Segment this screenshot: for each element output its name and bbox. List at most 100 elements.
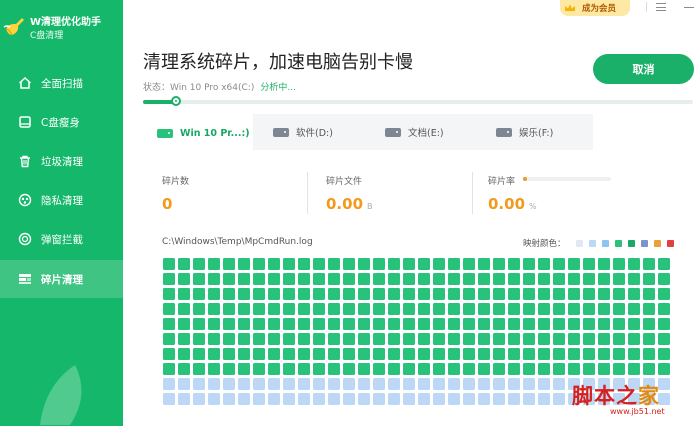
disk-block [493, 348, 505, 360]
disk-block [268, 273, 280, 285]
disk-block [283, 288, 295, 300]
disk-block [553, 288, 565, 300]
disk-block [628, 303, 640, 315]
watermark-sub: www.jb51.net [610, 407, 665, 416]
disk-block [493, 303, 505, 315]
minimize-icon[interactable] [684, 7, 694, 8]
disk-block [238, 273, 250, 285]
divider [472, 172, 473, 214]
disk-block [403, 288, 415, 300]
disk-block [343, 288, 355, 300]
stat-label: 碎片数 [162, 177, 190, 187]
disk-block [613, 318, 625, 330]
disk-block [343, 348, 355, 360]
disk-block [643, 318, 655, 330]
legend-swatch [653, 239, 661, 247]
sidebar-item-junk-clean[interactable]: 垃圾清理 [0, 142, 123, 180]
disk-block [268, 378, 280, 390]
disk-block [283, 318, 295, 330]
disk-block [523, 303, 535, 315]
disk-block [163, 363, 175, 375]
disk-block [253, 333, 265, 345]
disk-block [268, 303, 280, 315]
disk-block [313, 273, 325, 285]
disk-block [223, 318, 235, 330]
disk-block [538, 348, 550, 360]
sidebar-item-label: 弹窗拦截 [41, 233, 83, 246]
disk-block [538, 318, 550, 330]
disk-block [478, 348, 490, 360]
disk-block [403, 318, 415, 330]
disk-block [523, 333, 535, 345]
disk-block [238, 333, 250, 345]
stat-value-row: 0.00% [488, 195, 537, 213]
disk-block [163, 273, 175, 285]
drive-icon [17, 114, 33, 130]
disk-block [313, 363, 325, 375]
color-legend: 映射颜色： [523, 237, 674, 249]
disk-block [343, 393, 355, 405]
tab-label: 娱乐(F:) [519, 128, 554, 139]
disk-block [553, 393, 565, 405]
disk-block [448, 288, 460, 300]
disk-block [208, 288, 220, 300]
disk-block [418, 303, 430, 315]
disk-block [568, 258, 580, 270]
disk-block [643, 333, 655, 345]
disk-block [523, 393, 535, 405]
sidebar: W清理优化助手 C盘清理 全面扫描 C盘瘦身 垃圾清理 隐私清理 弹窗拦截 碎片… [0, 0, 123, 426]
disk-block [478, 378, 490, 390]
disk-block [163, 303, 175, 315]
disk-block [373, 363, 385, 375]
sidebar-item-defrag[interactable]: 碎片清理 [0, 260, 123, 298]
vip-button[interactable]: 成为会员 [560, 0, 630, 16]
disk-block [178, 363, 190, 375]
tab-drive-c[interactable]: Win 10 Pr...:) [143, 114, 253, 150]
disk-block [193, 258, 205, 270]
disk-block [208, 348, 220, 360]
stat-value: 0 [162, 195, 173, 213]
disk-block [433, 303, 445, 315]
stat-value-row: 0.00 B [326, 195, 373, 213]
disk-block [463, 303, 475, 315]
disk-block [193, 348, 205, 360]
sidebar-item-full-scan[interactable]: 全面扫描 [0, 64, 123, 102]
tab-drive-f[interactable]: 娱乐(F:) [496, 114, 553, 150]
disk-block [433, 258, 445, 270]
disk-block [418, 378, 430, 390]
sidebar-item-c-slim[interactable]: C盘瘦身 [0, 103, 123, 141]
crown-icon [565, 4, 575, 11]
disk-block [313, 318, 325, 330]
site-watermark: 脚本之家 www.jb51.net [572, 380, 700, 426]
disk-block [253, 348, 265, 360]
disk-block [343, 378, 355, 390]
disk-block [208, 333, 220, 345]
stat-value: 0.00 [488, 195, 526, 213]
disk-block [313, 288, 325, 300]
disk-block [193, 288, 205, 300]
sidebar-item-privacy-clean[interactable]: 隐私清理 [0, 181, 123, 219]
tab-label: 文档(E:) [408, 128, 444, 139]
disk-block [283, 333, 295, 345]
sidebar-item-popup-block[interactable]: 弹窗拦截 [0, 220, 123, 258]
disk-block [163, 288, 175, 300]
watermark-main: 脚本之家 [572, 380, 660, 410]
cancel-button[interactable]: 取消 [593, 54, 694, 84]
disk-block [628, 318, 640, 330]
disk-block [598, 318, 610, 330]
disk-block [583, 258, 595, 270]
disk-block [568, 333, 580, 345]
disk-block [268, 363, 280, 375]
disk-block [328, 273, 340, 285]
menu-icon[interactable] [656, 3, 666, 11]
disk-block [523, 318, 535, 330]
disk-block [328, 303, 340, 315]
disk-block [538, 303, 550, 315]
disk-block [253, 288, 265, 300]
disk-block [643, 348, 655, 360]
disk-block [358, 258, 370, 270]
disk-block [658, 348, 670, 360]
tab-drive-e[interactable]: 文档(E:) [385, 114, 444, 150]
disk-block [583, 303, 595, 315]
tab-drive-d[interactable]: 软件(D:) [273, 114, 333, 150]
